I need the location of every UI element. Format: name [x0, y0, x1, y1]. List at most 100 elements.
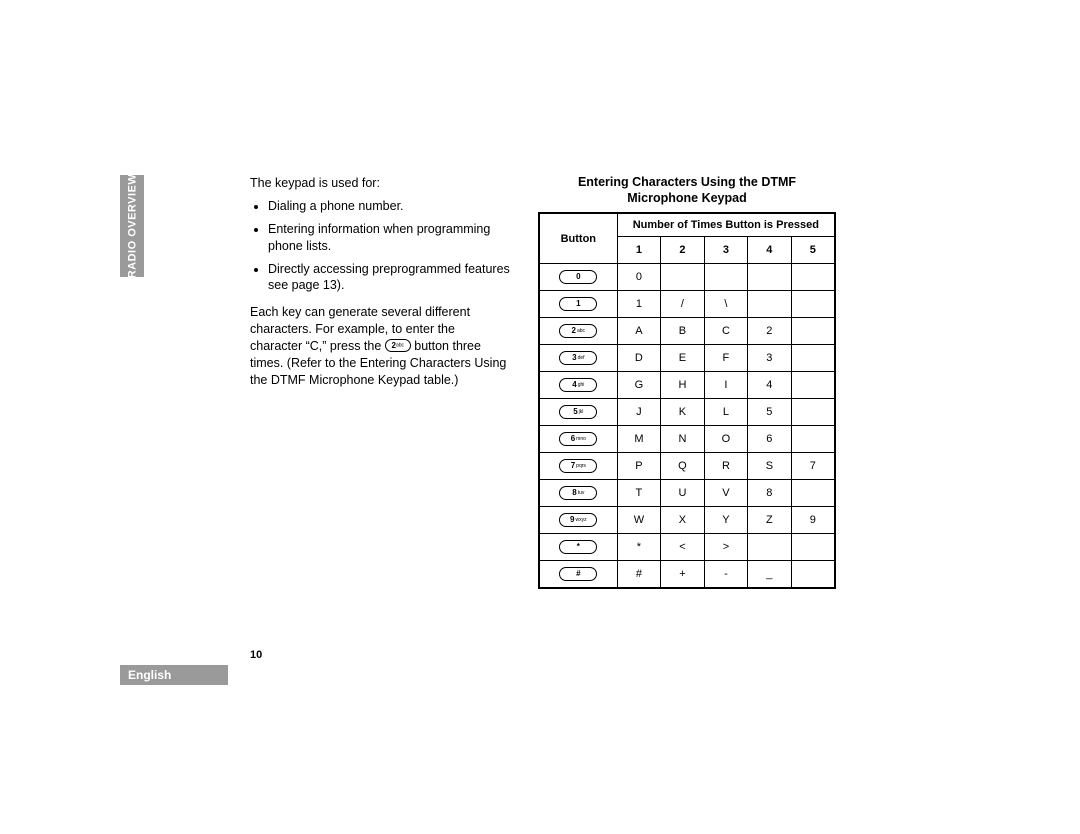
- value-cell: *: [617, 534, 661, 561]
- table-row: 6mnoMNO6: [539, 426, 835, 453]
- table-title: Entering Characters Using the DTMF Micro…: [538, 175, 836, 206]
- value-cell: L: [704, 399, 747, 426]
- value-cell: 6: [748, 426, 791, 453]
- col-header: 5: [791, 237, 835, 264]
- table-row: 3def DEF3: [539, 345, 835, 372]
- keycap-icon: *: [559, 540, 597, 554]
- table-row: 8tuv TUV8: [539, 480, 835, 507]
- value-cell: F: [704, 345, 747, 372]
- col-header: 3: [704, 237, 747, 264]
- value-cell: [791, 345, 835, 372]
- value-cell: X: [661, 507, 704, 534]
- value-cell: [704, 264, 747, 291]
- keypad-table: Button Number of Times Button is Pressed…: [538, 212, 836, 589]
- keycap-icon: 8tuv: [559, 486, 597, 500]
- value-cell: [748, 534, 791, 561]
- value-cell: >: [704, 534, 747, 561]
- value-cell: P: [617, 453, 661, 480]
- table-row: 00: [539, 264, 835, 291]
- title-line: Entering Characters Using the DTMF: [578, 175, 796, 189]
- value-cell: Q: [661, 453, 704, 480]
- value-cell: G: [617, 372, 661, 399]
- col-header-span: Number of Times Button is Pressed: [617, 213, 835, 237]
- value-cell: [748, 291, 791, 318]
- button-cell: 6mno: [539, 426, 617, 453]
- button-cell: 0: [539, 264, 617, 291]
- explanation-paragraph: Each key can generate several different …: [250, 304, 510, 388]
- section-tab: RADIO OVERVIEW: [120, 175, 144, 277]
- value-cell: [791, 399, 835, 426]
- value-cell: 8: [748, 480, 791, 507]
- title-line: Microphone Keypad: [627, 191, 746, 205]
- table-row: 11/\: [539, 291, 835, 318]
- table-row: 7pqrsPQRS7: [539, 453, 835, 480]
- value-cell: [791, 264, 835, 291]
- value-cell: J: [617, 399, 661, 426]
- value-cell: _: [748, 561, 791, 589]
- value-cell: 9: [791, 507, 835, 534]
- value-cell: [791, 480, 835, 507]
- col-header: 1: [617, 237, 661, 264]
- value-cell: +: [661, 561, 704, 589]
- value-cell: U: [661, 480, 704, 507]
- value-cell: 1: [617, 291, 661, 318]
- keycap-icon: 3def: [559, 351, 597, 365]
- list-item: Entering information when programming ph…: [268, 221, 510, 255]
- keycap-icon: 2abc: [559, 324, 597, 338]
- list-item: Directly accessing preprogrammed feature…: [268, 261, 510, 295]
- button-cell: 4ghi: [539, 372, 617, 399]
- key-2abc-icon: 2abc: [385, 339, 411, 352]
- value-cell: 5: [748, 399, 791, 426]
- value-cell: [791, 318, 835, 345]
- value-cell: [791, 291, 835, 318]
- value-cell: T: [617, 480, 661, 507]
- value-cell: [791, 372, 835, 399]
- left-column: The keypad is used for: Dialing a phone …: [250, 175, 510, 395]
- col-header-button: Button: [539, 213, 617, 264]
- keycap-icon: #: [559, 567, 597, 581]
- value-cell: Y: [704, 507, 747, 534]
- section-tab-label: RADIO OVERVIEW: [126, 174, 138, 279]
- value-cell: K: [661, 399, 704, 426]
- keycap-icon: 0: [559, 270, 597, 284]
- list-item: Dialing a phone number.: [268, 198, 510, 215]
- language-tab: English: [120, 665, 228, 685]
- value-cell: [661, 264, 704, 291]
- value-cell: R: [704, 453, 747, 480]
- button-cell: 1: [539, 291, 617, 318]
- value-cell: 4: [748, 372, 791, 399]
- value-cell: 3: [748, 345, 791, 372]
- value-cell: <: [661, 534, 704, 561]
- table-row: 2abcABC2: [539, 318, 835, 345]
- value-cell: W: [617, 507, 661, 534]
- intro-text: The keypad is used for:: [250, 175, 510, 192]
- table-row: **<>: [539, 534, 835, 561]
- value-cell: \: [704, 291, 747, 318]
- table-row: ##+-_: [539, 561, 835, 589]
- button-cell: 8tuv: [539, 480, 617, 507]
- value-cell: /: [661, 291, 704, 318]
- keycap-icon: 5jkl: [559, 405, 597, 419]
- value-cell: Z: [748, 507, 791, 534]
- value-cell: B: [661, 318, 704, 345]
- value-cell: E: [661, 345, 704, 372]
- value-cell: 0: [617, 264, 661, 291]
- value-cell: C: [704, 318, 747, 345]
- value-cell: [791, 561, 835, 589]
- manual-page: RADIO OVERVIEW The keypad is used for: D…: [120, 175, 840, 665]
- value-cell: H: [661, 372, 704, 399]
- keycap-icon: 6mno: [559, 432, 597, 446]
- button-cell: 2abc: [539, 318, 617, 345]
- keycap-icon: 4ghi: [559, 378, 597, 392]
- value-cell: S: [748, 453, 791, 480]
- button-cell: 9wxyz: [539, 507, 617, 534]
- button-cell: 5jkl: [539, 399, 617, 426]
- value-cell: [748, 264, 791, 291]
- value-cell: V: [704, 480, 747, 507]
- keycap-icon: 7pqrs: [559, 459, 597, 473]
- value-cell: #: [617, 561, 661, 589]
- button-cell: 7pqrs: [539, 453, 617, 480]
- value-cell: [791, 534, 835, 561]
- col-header: 4: [748, 237, 791, 264]
- value-cell: D: [617, 345, 661, 372]
